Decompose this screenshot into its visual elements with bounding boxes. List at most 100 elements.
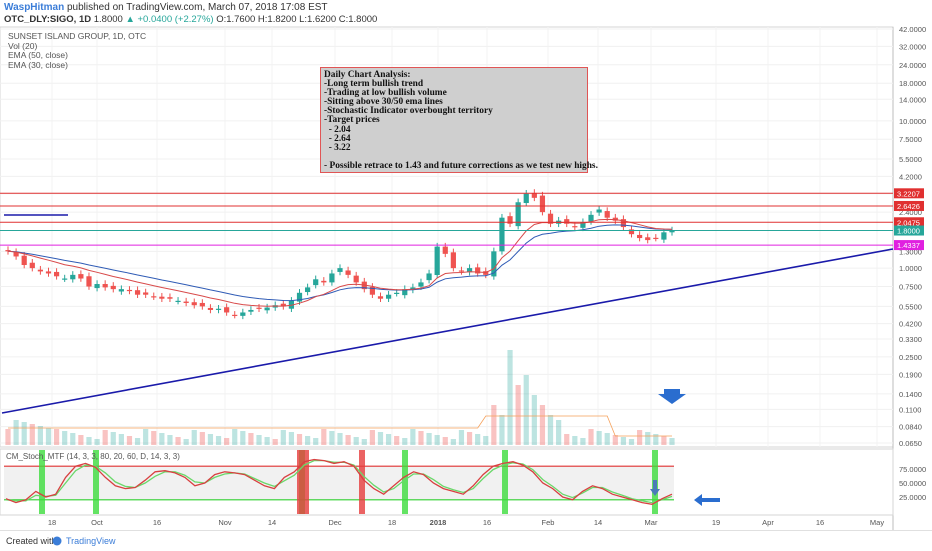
candle-body bbox=[539, 195, 546, 213]
candle-body bbox=[604, 211, 610, 218]
volume-bar bbox=[126, 436, 133, 445]
candle-body bbox=[240, 312, 246, 316]
volume-bar bbox=[491, 405, 497, 445]
volume-bar bbox=[564, 434, 570, 445]
candle-body bbox=[62, 278, 68, 280]
volume-bar bbox=[159, 433, 165, 445]
candle-body bbox=[102, 284, 108, 288]
volume-bar bbox=[580, 438, 586, 445]
candle-body bbox=[232, 314, 238, 317]
volume-bar bbox=[418, 431, 424, 445]
candle-body bbox=[434, 246, 440, 276]
volume-bar bbox=[475, 434, 481, 445]
signal-column-bear bbox=[359, 450, 365, 514]
volume-bar bbox=[118, 434, 124, 445]
volume-bar bbox=[296, 434, 303, 445]
volume-bar bbox=[143, 429, 149, 445]
annotation-line: - 3.22 bbox=[324, 142, 351, 153]
volume-bar bbox=[305, 436, 311, 445]
price-tick-label: 0.2500 bbox=[899, 353, 922, 362]
signal-column-bear bbox=[297, 450, 303, 514]
candle-body bbox=[337, 268, 343, 272]
price-tick-label: 0.1900 bbox=[899, 370, 922, 379]
candle-body bbox=[29, 262, 35, 269]
price-tick-label: 0.1400 bbox=[899, 390, 922, 399]
time-tick-label: 16 bbox=[816, 518, 824, 527]
indicator-legend: SUNSET ISLAND GROUP, 1D, OTC Vol (20) EM… bbox=[8, 31, 146, 70]
candle-body bbox=[313, 279, 319, 286]
volume-bar bbox=[21, 422, 27, 445]
volume-bar bbox=[175, 437, 181, 445]
volume-bar bbox=[183, 439, 189, 445]
candle-body bbox=[207, 307, 214, 310]
time-tick-label: 16 bbox=[483, 518, 491, 527]
stochastic-tick-label: 75.0000 bbox=[899, 465, 926, 474]
volume-bar bbox=[321, 429, 327, 445]
legend-ema30: EMA (30, close) bbox=[8, 59, 68, 70]
volume-bar bbox=[62, 431, 68, 445]
volume-bar bbox=[620, 437, 627, 445]
tradingview-brand[interactable]: TradingView bbox=[66, 536, 116, 546]
time-tick-label: May bbox=[870, 518, 884, 527]
level-price-label: 2.6426 bbox=[897, 202, 920, 211]
candle-body bbox=[637, 234, 643, 239]
volume-bar bbox=[385, 434, 392, 445]
volume-bar bbox=[199, 432, 205, 445]
time-tick-label: Feb bbox=[542, 518, 555, 527]
candle-body bbox=[167, 297, 173, 299]
candle-body bbox=[175, 300, 181, 303]
volume-bar bbox=[361, 439, 367, 445]
candle-body bbox=[426, 273, 432, 281]
volume-bar bbox=[507, 350, 513, 445]
signal-column-bear bbox=[303, 450, 309, 514]
volume-bar bbox=[531, 395, 537, 445]
time-tick-label: 14 bbox=[268, 518, 276, 527]
created-with-text: Created with bbox=[6, 536, 57, 546]
level-price-label: 1.4337 bbox=[897, 241, 920, 250]
volume-bar bbox=[637, 430, 643, 445]
candle-body bbox=[442, 246, 448, 254]
time-tick-label: Dec bbox=[328, 518, 342, 527]
volume-bar bbox=[248, 433, 254, 445]
time-tick-label: 18 bbox=[48, 518, 56, 527]
volume-bar bbox=[134, 438, 141, 445]
time-tick-label: 19 bbox=[712, 518, 720, 527]
candle-body bbox=[458, 270, 465, 272]
volume-bar bbox=[337, 433, 343, 445]
annotation-line: -Target prices bbox=[324, 115, 380, 126]
time-tick-label: 18 bbox=[388, 518, 396, 527]
volume-bar bbox=[240, 431, 246, 445]
candle-body bbox=[94, 284, 100, 289]
volume-bar bbox=[556, 420, 562, 445]
candle-body bbox=[224, 307, 230, 313]
candle-body bbox=[143, 292, 149, 295]
price-tick-label: 5.5000 bbox=[899, 155, 922, 164]
volume-bar bbox=[232, 429, 238, 445]
volume-bar bbox=[450, 439, 456, 445]
volume-bar bbox=[29, 424, 35, 445]
time-tick-label: 14 bbox=[594, 518, 602, 527]
candle-body bbox=[248, 309, 254, 312]
volume-bar bbox=[191, 430, 197, 445]
price-tick-label: 14.0000 bbox=[899, 95, 926, 104]
candle-body bbox=[345, 270, 351, 275]
stoch-legend: CM_Stoch_MTF (14, 3, 3, 80, 20, 60, D, 1… bbox=[6, 452, 180, 461]
volume-bar bbox=[523, 375, 529, 445]
volume-bar bbox=[288, 432, 295, 445]
price-tick-label: 42.0000 bbox=[899, 25, 926, 34]
volume-bar bbox=[612, 435, 618, 445]
level-price-label: 1.8000 bbox=[897, 227, 920, 236]
volume-bar bbox=[410, 429, 416, 445]
candle-body bbox=[215, 308, 222, 310]
volume-bar bbox=[588, 429, 594, 445]
volume-bar bbox=[539, 405, 546, 445]
price-tick-label: 7.5000 bbox=[899, 135, 922, 144]
time-tick-label: 2018 bbox=[430, 518, 447, 527]
candle-body bbox=[653, 237, 659, 240]
candle-body bbox=[394, 292, 400, 294]
price-tick-label: 10.0000 bbox=[899, 117, 926, 126]
volume-bar bbox=[207, 434, 214, 445]
candle-body bbox=[45, 271, 52, 274]
volume-bar bbox=[394, 436, 400, 445]
stochastic-band bbox=[4, 466, 674, 500]
